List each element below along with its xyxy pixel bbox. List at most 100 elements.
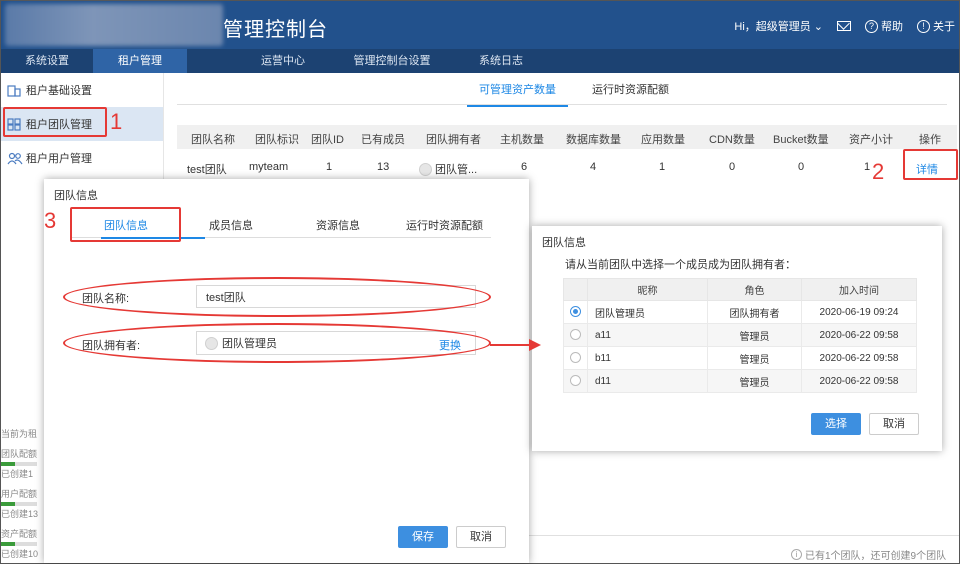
team-quota-text: 已创建1	[1, 469, 34, 479]
col-hosts: 主机数量	[500, 134, 544, 146]
cell-role: 管理员	[707, 369, 802, 393]
cell-nickname: d11	[587, 369, 708, 393]
table-row[interactable]: 团队管理员 团队拥有者 2020-06-19 09:24	[563, 300, 917, 324]
radio-button[interactable]	[570, 352, 581, 364]
avatar	[419, 162, 432, 176]
radio-button[interactable]	[570, 329, 581, 341]
nav-system-log[interactable]: 系统日志	[455, 49, 547, 73]
tabs-divider	[177, 104, 947, 105]
quota-panel: 当前为租 团队配额 已创建1 用户配额 已创建13 资产配额 已创建10	[1, 428, 43, 560]
nav-operation-center[interactable]: 运营中心	[237, 49, 329, 73]
radio-button[interactable]	[570, 375, 581, 387]
col-apps: 应用数量	[641, 134, 685, 146]
dialog-title: 团队信息	[54, 190, 98, 202]
cell-team-key: myteam	[249, 161, 289, 173]
col-team-id: 团队ID	[311, 134, 344, 146]
col-members: 已有成员	[361, 134, 405, 146]
cell-nickname: 团队管理员	[587, 300, 708, 324]
cell-join-time: 2020-06-22 09:58	[801, 323, 917, 347]
cell-nickname: a11	[587, 323, 708, 347]
cell-role: 管理员	[707, 346, 802, 370]
col-subtotal: 资产小计	[849, 134, 893, 146]
table-row[interactable]: a11 管理员 2020-06-22 09:58	[563, 323, 917, 347]
sidebar-item-label: 租户用户管理	[26, 153, 92, 165]
team-quota-bar	[1, 462, 37, 466]
info-icon: !	[917, 19, 930, 33]
member-table: 昵称 角色 加入时间 团队管理员 团队拥有者 2020-06-19 09:24 …	[563, 278, 917, 393]
building-icon	[7, 84, 21, 97]
mail-icon	[837, 21, 851, 31]
owner-select-dialog: 团队信息 请从当前团队中选择一个成员成为团队拥有者： 昵称 角色 加入时间 团队…	[532, 226, 942, 451]
user-menu[interactable]: Hi，超级管理员 ⌄	[734, 18, 823, 34]
logo	[5, 4, 223, 46]
footer-divider	[529, 535, 959, 536]
sidebar-item-user-management[interactable]: 租户用户管理	[1, 141, 163, 175]
cell-owner: 团队管...	[419, 161, 477, 177]
table-row[interactable]: d11 管理员 2020-06-22 09:58	[563, 369, 917, 393]
cell-team-name: test团队	[187, 164, 227, 176]
annotation-number-3: 3	[44, 208, 57, 233]
col-role: 角色	[707, 278, 802, 301]
cell-role: 团队拥有者	[707, 300, 802, 324]
col-cdn: CDN数量	[709, 134, 755, 146]
col-owner: 团队拥有者	[426, 134, 481, 146]
col-actions: 操作	[919, 134, 941, 146]
save-button[interactable]: 保存	[398, 526, 448, 548]
footer-note-text: 已有1个团队，还可创建9个团队	[805, 551, 947, 562]
col-nickname: 昵称	[587, 278, 708, 301]
col-databases: 数据库数量	[566, 134, 621, 146]
cell-bucket: 0	[798, 161, 805, 173]
info-icon: i	[791, 549, 802, 560]
cancel-button[interactable]: 取消	[869, 413, 919, 435]
tab-runtime-quota[interactable]: 运行时资源配额	[406, 217, 483, 233]
tab-resource-info[interactable]: 资源信息	[316, 217, 360, 233]
cell-members: 13	[377, 161, 390, 173]
main-nav: 系统设置 租户管理 运营中心 管理控制台设置 系统日志	[1, 49, 959, 73]
user-quota-label: 用户配额	[1, 489, 38, 499]
table-row[interactable]: b11 管理员 2020-06-22 09:58	[563, 346, 917, 370]
sidebar-item-label: 租户基础设置	[26, 85, 92, 97]
footer-note: i 已有1个团队，还可创建9个团队	[791, 547, 946, 562]
cell-databases: 4	[590, 161, 597, 173]
annotation-box-detail	[903, 149, 958, 180]
cell-join-time: 2020-06-19 09:24	[801, 300, 917, 324]
about-button[interactable]: ! 关于	[917, 18, 955, 34]
team-quota-label: 团队配额	[1, 449, 38, 459]
annotation-ellipse-name	[63, 277, 491, 317]
cell-subtotal: 1	[864, 161, 871, 173]
cell-cdn: 0	[729, 161, 736, 173]
cell-join-time: 2020-06-22 09:58	[801, 369, 917, 393]
sidebar-item-tenant-basic[interactable]: 租户基础设置	[1, 73, 163, 107]
nav-tenant-management[interactable]: 租户管理	[93, 49, 187, 73]
asset-quota-label: 资产配额	[1, 529, 38, 539]
select-button[interactable]: 选择	[811, 413, 861, 435]
cell-join-time: 2020-06-22 09:58	[801, 346, 917, 370]
user-greeting: Hi，超级管理员	[734, 21, 811, 33]
quota-heading: 当前为租	[1, 429, 38, 439]
col-radio	[563, 278, 588, 301]
cell-apps: 1	[659, 161, 666, 173]
asset-quota-text: 已创建10	[1, 549, 39, 559]
cancel-button[interactable]: 取消	[456, 526, 506, 548]
mail-button[interactable]	[837, 21, 851, 31]
users-icon	[7, 152, 23, 165]
annotation-ellipse-owner	[63, 323, 491, 363]
app-title: 管理控制台	[223, 19, 328, 41]
nav-console-settings[interactable]: 管理控制台设置	[329, 49, 455, 73]
cell-team-id: 1	[326, 161, 333, 173]
annotation-box-tab	[70, 207, 181, 242]
nav-system-settings[interactable]: 系统设置	[1, 49, 93, 73]
asset-quota-bar	[1, 542, 37, 546]
annotation-number-1: 1	[110, 109, 123, 134]
help-button[interactable]: ? 帮助	[865, 18, 903, 34]
annotation-number-2: 2	[872, 159, 885, 184]
chevron-down-icon: ⌄	[813, 20, 823, 33]
col-join-time: 加入时间	[801, 278, 917, 301]
tab-member-info[interactable]: 成员信息	[209, 217, 253, 233]
user-quota-text: 已创建13	[1, 509, 39, 519]
about-label: 关于	[933, 21, 955, 33]
cell-role: 管理员	[707, 323, 802, 347]
help-icon: ?	[865, 19, 878, 33]
col-bucket: Bucket数量	[773, 134, 829, 146]
radio-button[interactable]	[570, 306, 581, 318]
